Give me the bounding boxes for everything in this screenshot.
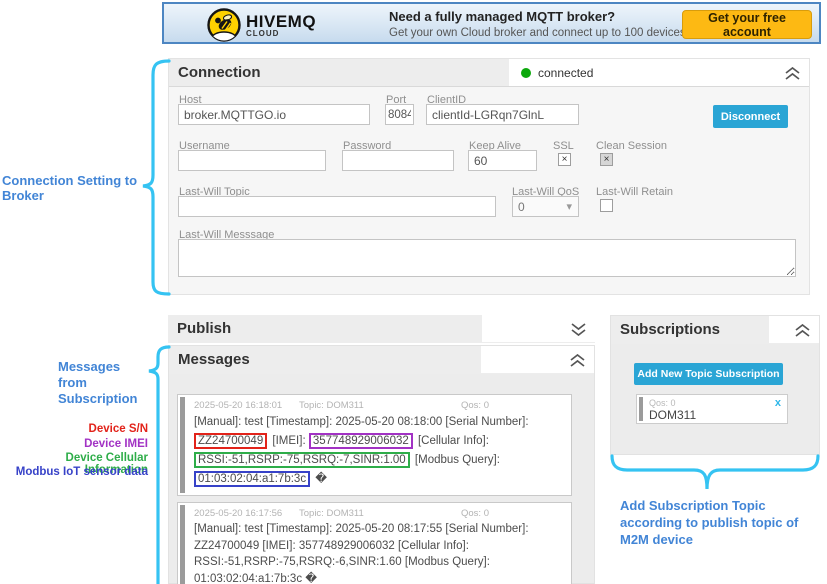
message-text: 01:03:02:04:a1:7b:3c � [194,573,317,584]
collapse-up-icon[interactable] [569,354,586,367]
clean-session-checkbox[interactable]: × [600,153,613,166]
message-topic: Topic: DOM311 [299,400,461,411]
message-line: [Manual]: test [Timestamp]: 2025-05-20 0… [194,413,565,432]
message-line: 01:03:02:04:a1:7b:3c � [194,571,565,584]
hivemq-logo: HIVEMQ CLOUD [206,7,316,43]
note-connection-setting: Connection Setting to Broker [2,173,140,203]
message-qos: Qos: 0 [461,400,489,411]
get-free-account-button[interactable]: Get your free account [682,10,812,39]
message-text: [Modbus Query]: [412,454,500,466]
status-dot-connected [521,68,531,78]
connection-status: connected [509,59,809,86]
messages-panel: Messages 2025-05-20 16:18:01Topic: DOM31… [168,345,595,584]
ssl-checkbox[interactable]: × [558,153,571,166]
message-header: 2025-05-20 16:18:01Topic: DOM311Qos: 0 [194,400,565,411]
note-messages-from-subscription: Messages from Subscription [58,359,136,407]
lastwill-message-textarea[interactable] [178,239,796,277]
message-text: ZZ24700049 [IMEI]: 357748929006032 [Cell… [194,540,469,552]
subscription-left-bar [639,397,643,421]
brand-name: HIVEMQ [246,13,316,30]
lastwill-qos-select[interactable]: 0 ▾ [512,196,579,217]
banner-subline: Get your own Cloud broker and connect up… [389,27,728,39]
lastwill-retain-checkbox[interactable] [600,199,613,212]
bee-icon [206,7,242,43]
message-text: [Manual]: test [Timestamp]: 2025-05-20 0… [194,523,529,535]
lastwill-topic-input[interactable] [178,196,496,217]
status-label: connected [538,66,593,80]
subscription-qos: Qos: 0 [649,398,676,408]
password-input[interactable] [342,150,454,171]
highlight-purple: 357748929006032 [309,433,413,449]
hivemq-banner: HIVEMQ CLOUD Need a fully managed MQTT b… [162,2,821,44]
message-text: � [312,473,327,485]
publish-title: Publish [177,320,231,337]
disconnect-button[interactable]: Disconnect [713,105,788,128]
message-time: 2025-05-20 16:17:56 [194,508,299,519]
keepalive-input[interactable] [468,150,537,171]
message-line: RSSI:-51,RSRP:-75,RSRQ:-7,SINR:1.00 [Mod… [194,451,565,470]
port-input[interactable] [385,104,414,125]
highlight-green: RSSI:-51,RSRP:-75,RSRQ:-7,SINR:1.00 [194,452,410,468]
lastwill-qos-value: 0 [518,200,525,214]
expand-down-icon[interactable] [570,323,587,336]
close-icon[interactable]: x [775,397,781,409]
brace-subscriptions [612,456,818,489]
subscription-item: Qos: 0 x DOM311 [636,394,788,424]
banner-headline: Need a fully managed MQTT broker? [389,9,728,24]
message-header: 2025-05-20 16:17:56Topic: DOM311Qos: 0 [194,508,565,519]
message-text: [Manual]: test [Timestamp]: 2025-05-20 0… [194,416,529,428]
highlight-blue: 01:03:02:04:a1:7b:3c [194,471,310,487]
collapse-up-icon[interactable] [784,67,801,80]
highlight-red: ZZ24700049 [194,433,267,449]
message-line: [Manual]: test [Timestamp]: 2025-05-20 0… [194,521,565,538]
message-line: ZZ24700049 [IMEI]: 357748929006032 [Cell… [194,432,565,451]
message-card: 2025-05-20 16:18:01Topic: DOM311Qos: 0 [M… [177,394,572,496]
message-text: RSSI:-51,RSRP:-75,RSRQ:-6,SINR:1.60 [Mod… [194,556,490,568]
subscriptions-title: Subscriptions [620,321,720,338]
dropdown-arrow-icon: ▾ [566,200,572,213]
ssl-label: SSL [553,140,574,152]
message-line: RSSI:-51,RSRP:-75,RSRQ:-6,SINR:1.60 [Mod… [194,554,565,571]
message-text: [Cellular Info]: [415,435,489,447]
message-line: ZZ24700049 [IMEI]: 357748929006032 [Cell… [194,538,565,555]
message-line: 01:03:02:04:a1:7b:3c � [194,470,565,489]
note-modbus-sensor-data: Modbus IoT sensor data [0,466,148,478]
lastwill-retain-label: Last-Will Retain [596,186,673,198]
clientid-input[interactable] [426,104,579,125]
brace-messages [149,347,169,584]
message-left-bar [180,505,185,584]
note-add-subscription-topic: Add Subscription Topic according to publ… [620,497,822,548]
connection-panel: Connection connected Host Port ClientID … [168,58,810,295]
subscription-topic: DOM311 [649,408,696,422]
username-input[interactable] [178,150,326,171]
messages-title: Messages [178,351,250,368]
message-card: 2025-05-20 16:17:56Topic: DOM311Qos: 0 [M… [177,502,572,584]
note-device-sn: Device S/N [0,423,148,435]
message-left-bar [180,397,185,493]
note-device-imei: Device IMEI [0,438,148,450]
add-topic-subscription-button[interactable]: Add New Topic Subscription [634,363,783,385]
collapse-up-icon[interactable] [794,324,811,337]
clean-session-label: Clean Session [596,140,667,152]
message-topic: Topic: DOM311 [299,508,461,519]
message-text: [IMEI]: [269,435,309,447]
subscriptions-panel: Subscriptions Add New Topic Subscription… [610,315,820,455]
message-qos: Qos: 0 [461,508,489,519]
mqtt-websocket-client-page: HIVEMQ CLOUD Need a fully managed MQTT b… [0,0,827,584]
message-list: 2025-05-20 16:18:01Topic: DOM311Qos: 0[M… [169,374,594,584]
message-time: 2025-05-20 16:18:01 [194,400,299,411]
brace-connection [143,61,169,294]
host-input[interactable] [178,104,370,125]
publish-panel: Publish [168,315,595,344]
connection-title: Connection [178,64,261,81]
